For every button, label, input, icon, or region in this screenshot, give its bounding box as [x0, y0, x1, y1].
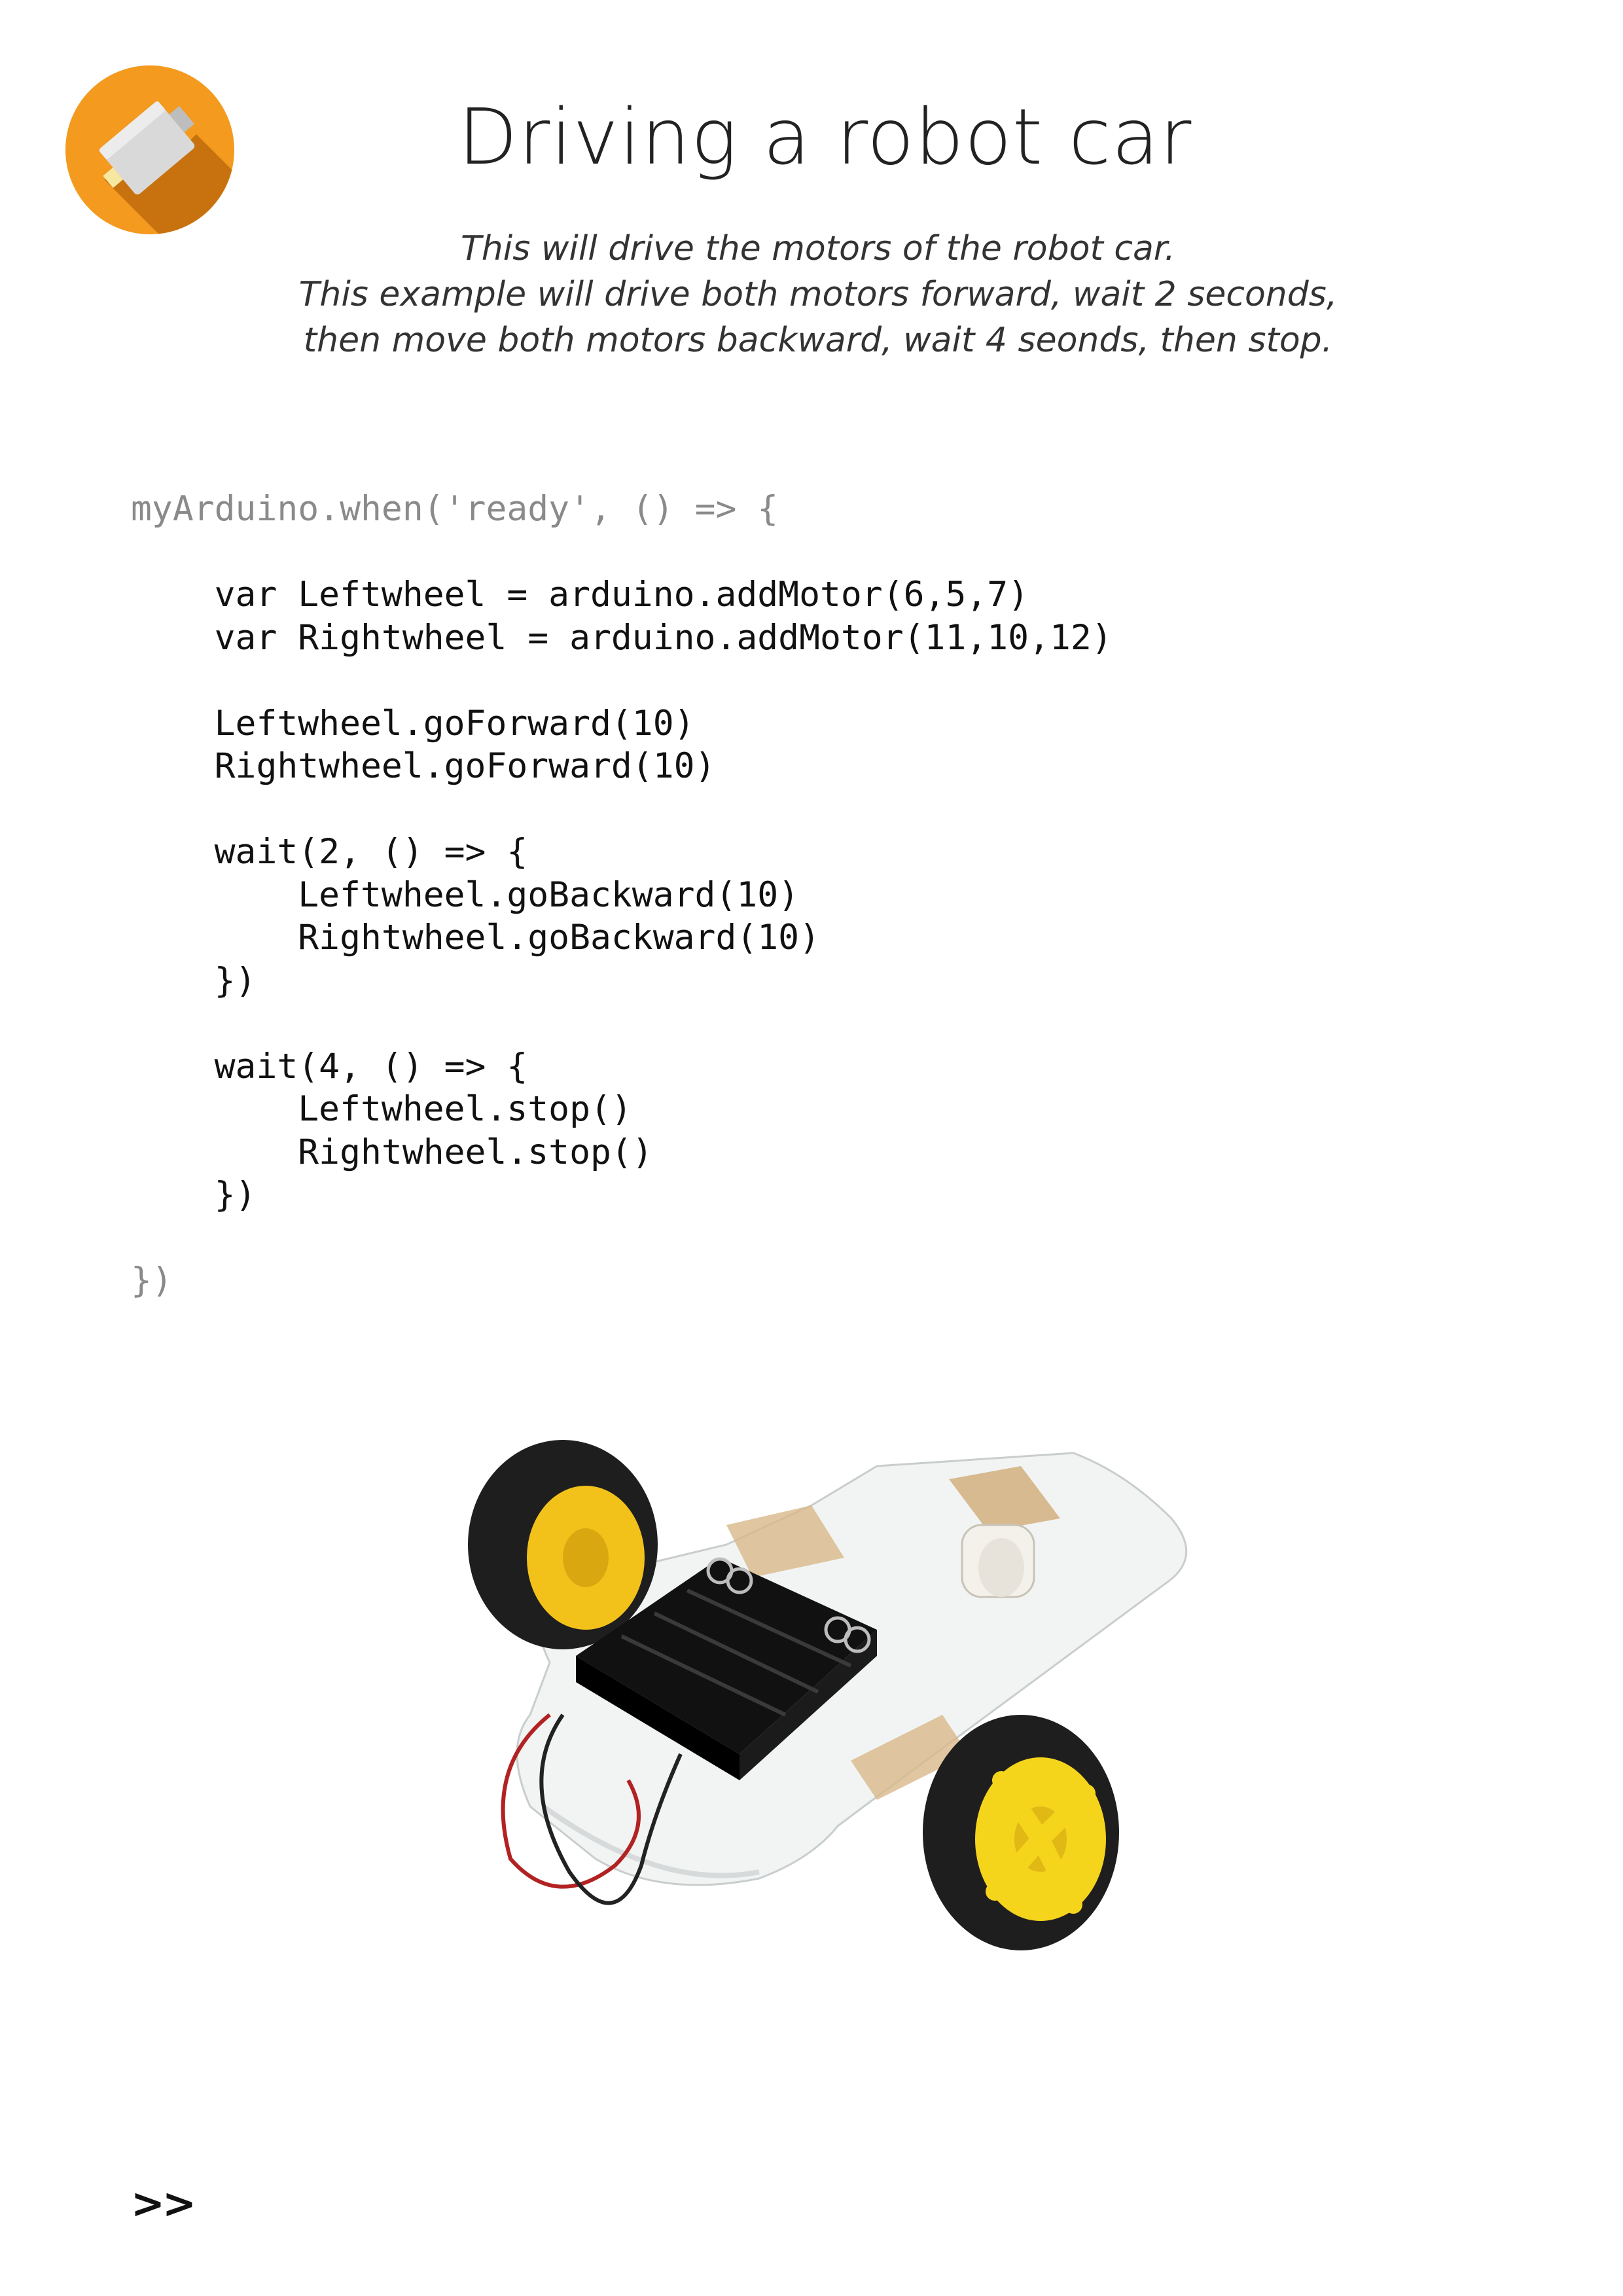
subtitle-line: This will drive the motors of the robot … [461, 229, 1175, 268]
code-line: wait(4, () => { [131, 1046, 528, 1086]
page-subtitle: This will drive the motors of the robot … [223, 226, 1414, 363]
code-line: Leftwheel.stop() [131, 1089, 632, 1129]
robot-car-image [468, 1440, 1188, 1950]
code-line: }) [131, 1261, 173, 1300]
code-line: myArduino.when('ready', () => { [131, 489, 779, 529]
code-line: var Leftwheel = arduino.addMotor(6,5,7) [131, 575, 1029, 615]
next-page-link[interactable]: >> [131, 2179, 196, 2227]
code-line: Leftwheel.goForward(10) [131, 703, 695, 744]
motor-icon [65, 65, 234, 234]
subtitle-line: then move both motors backward, wait 4 s… [303, 321, 1333, 360]
code-line: Leftwheel.goBackward(10) [131, 874, 800, 915]
code-block: myArduino.when('ready', () => { var Left… [131, 488, 1113, 1302]
code-line: Rightwheel.stop() [131, 1132, 653, 1172]
page-title: Driving a robot car [458, 92, 1192, 182]
subtitle-line: This example will drive both motors forw… [298, 275, 1338, 314]
code-line: wait(2, () => { [131, 832, 528, 872]
code-line: var Rightwheel = arduino.addMotor(11,10,… [131, 617, 1113, 658]
code-line: Rightwheel.goForward(10) [131, 746, 716, 786]
code-line: Rightwheel.goBackward(10) [131, 918, 820, 958]
code-line: }) [131, 1175, 257, 1215]
code-line: }) [131, 960, 257, 1001]
